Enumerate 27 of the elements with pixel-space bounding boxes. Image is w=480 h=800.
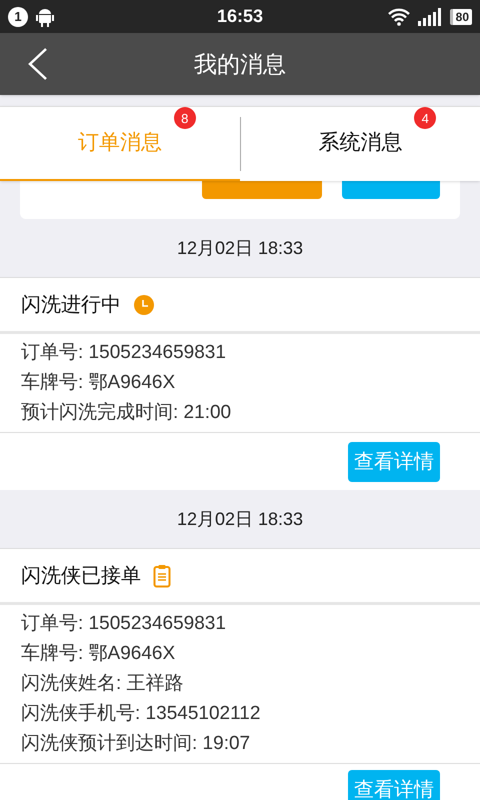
message-tab[interactable]: 系统消息 4 xyxy=(240,107,480,181)
battery-indicator: 80 xyxy=(450,8,472,24)
detail-line: 订单号: 1505234659831 xyxy=(21,341,227,365)
page-title: 我的消息 xyxy=(193,50,287,79)
message-date: 12月02日 18:33 xyxy=(176,236,304,260)
view-details-button[interactable]: 查看详情 xyxy=(348,770,440,800)
clock-icon xyxy=(133,294,155,316)
android-icon xyxy=(36,6,54,26)
message-date: 12月02日 18:33 xyxy=(176,508,304,530)
message-title: 闪洗进行中 xyxy=(21,292,121,318)
detail-line: 车牌号: 鄂A9646X xyxy=(21,642,176,666)
clipboard-icon xyxy=(153,564,171,588)
detail-line: 闪洗侠预计到达时间: 19:07 xyxy=(21,732,252,756)
count-badge: 4 xyxy=(414,107,436,130)
back-icon xyxy=(26,47,48,81)
detail-line: 闪洗侠手机号: 13545102112 xyxy=(21,702,262,726)
message-title: 闪洗侠已接单 xyxy=(21,564,141,588)
view-details-button[interactable]: 查看详情 xyxy=(348,442,440,482)
signal-icon xyxy=(418,8,442,26)
wifi-icon xyxy=(388,8,410,26)
detail-line: 车牌号: 鄂A9646X xyxy=(21,371,176,395)
detail-line: 预计闪洗完成时间: 21:00 xyxy=(21,401,232,425)
count-badge: 8 xyxy=(174,107,196,130)
detail-line: 闪洗侠姓名: 王祥路 xyxy=(21,672,185,696)
clock-time: 16:53 xyxy=(216,5,264,28)
notification-count: 1 xyxy=(8,6,28,26)
detail-line: 订单号: 1505234659831 xyxy=(21,612,227,636)
